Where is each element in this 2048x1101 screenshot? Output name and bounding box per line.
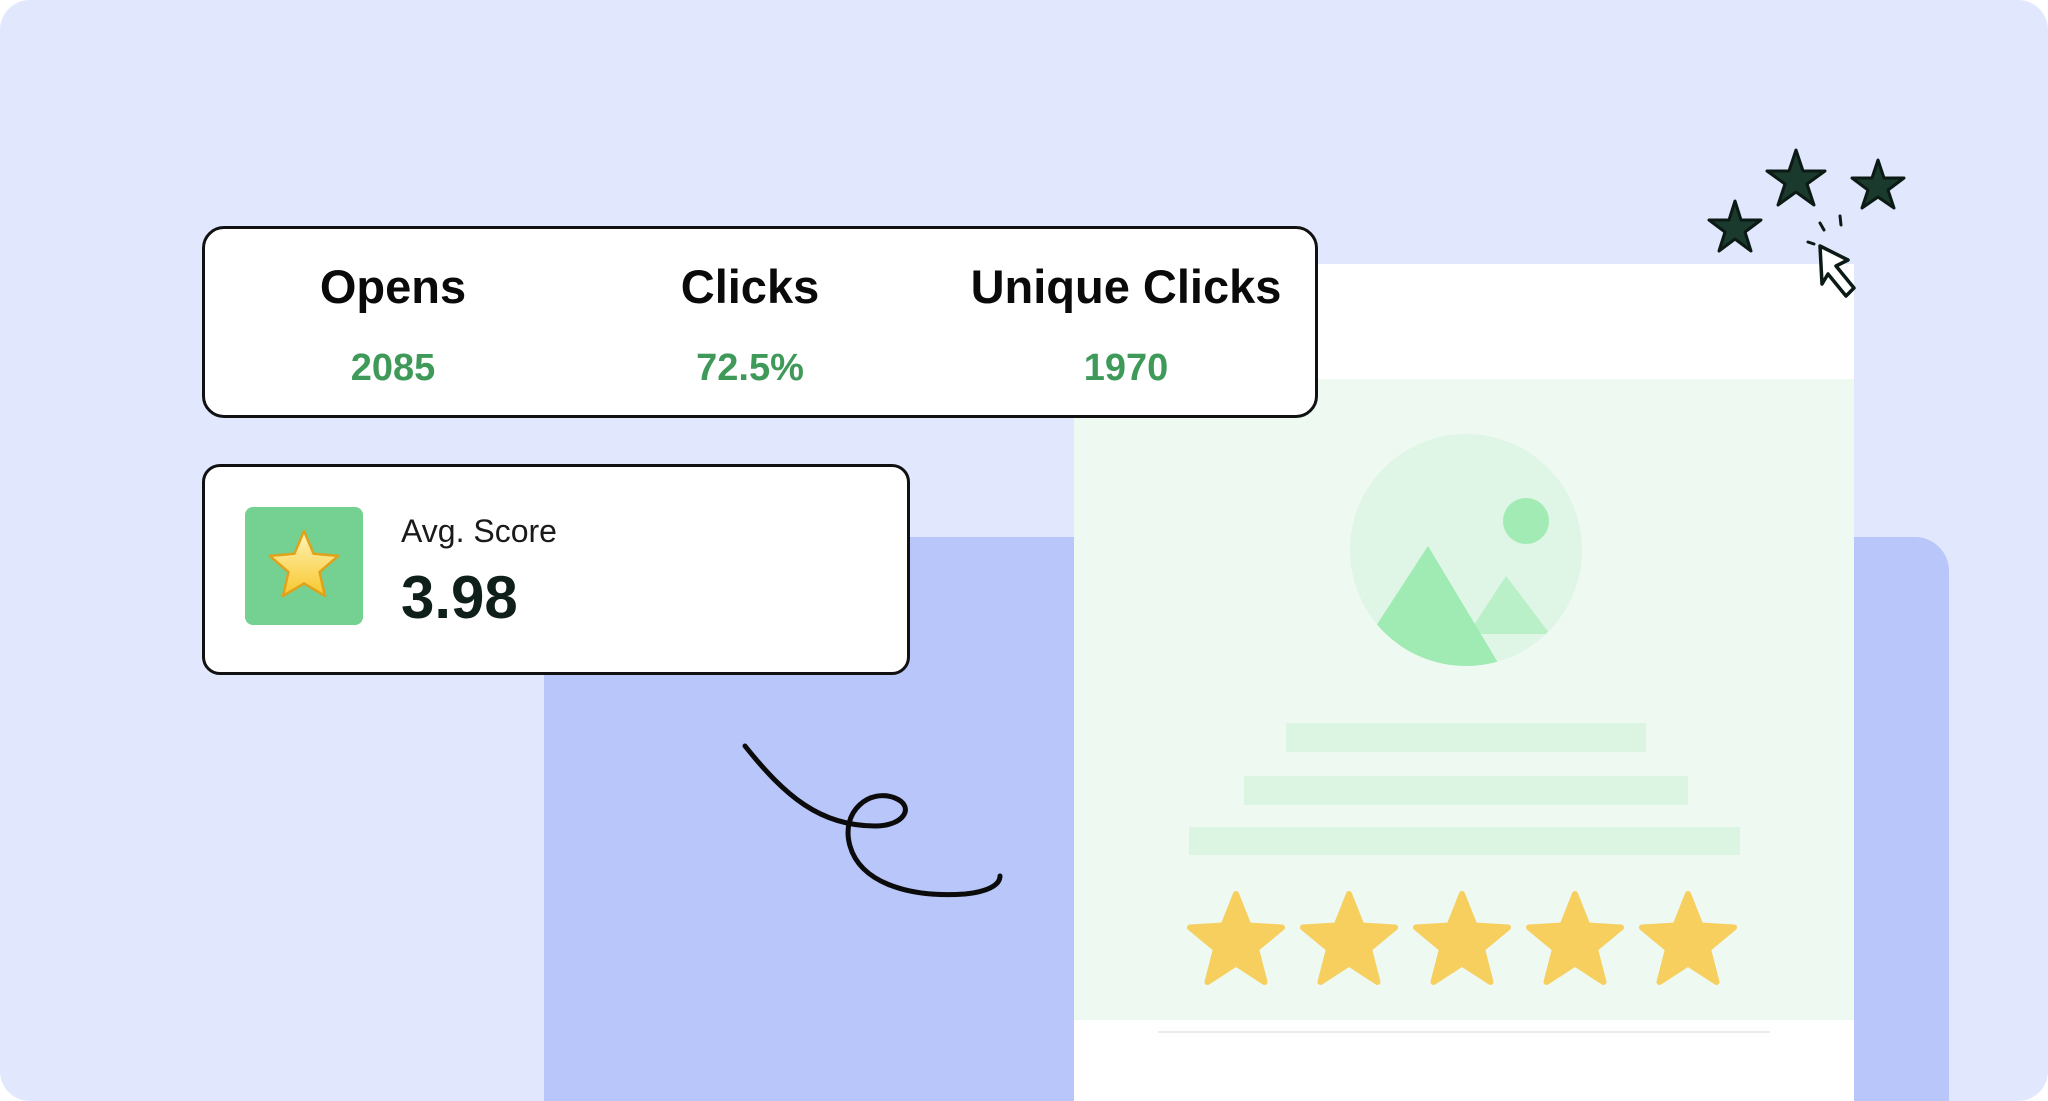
- score-value: 3.98: [401, 564, 518, 631]
- stat-label: Unique Clicks: [970, 260, 1282, 313]
- stat-value: 72.5%: [696, 347, 804, 389]
- rating-star-icon: [1413, 891, 1511, 985]
- stat-label: Opens: [319, 260, 467, 313]
- score-label: Avg. Score: [401, 513, 557, 549]
- illustration-canvas: Opens 2085 Clicks 72.5% Unique Clicks 19…: [0, 0, 2048, 1101]
- rating-star-icon: [1639, 891, 1737, 985]
- stat-value: 1970: [1083, 347, 1169, 389]
- cursor-icon: [1818, 244, 1856, 298]
- divider: [1158, 1031, 1770, 1033]
- text-placeholder-bar: [1286, 723, 1646, 752]
- star-icon: [268, 529, 340, 598]
- squiggle-decoration: [742, 743, 1003, 898]
- rating-prompt-bar: [1189, 827, 1740, 855]
- avg-score-card: Avg. Score 3.98: [202, 464, 910, 675]
- stat-value: 2085: [350, 347, 436, 389]
- rating-star-icon: [1300, 891, 1398, 985]
- rating-star-icon: [1187, 891, 1285, 985]
- text-placeholder-bar: [1244, 776, 1688, 805]
- stats-card: Opens 2085 Clicks 72.5% Unique Clicks 19…: [202, 226, 1318, 418]
- stat-label: Clicks: [680, 260, 820, 313]
- image-icon: [1350, 434, 1582, 666]
- rating-stars: [1184, 890, 1754, 1000]
- score-badge: [245, 507, 363, 625]
- rating-star-icon: [1526, 891, 1624, 985]
- sparkle-stars-icon: [1707, 148, 1906, 298]
